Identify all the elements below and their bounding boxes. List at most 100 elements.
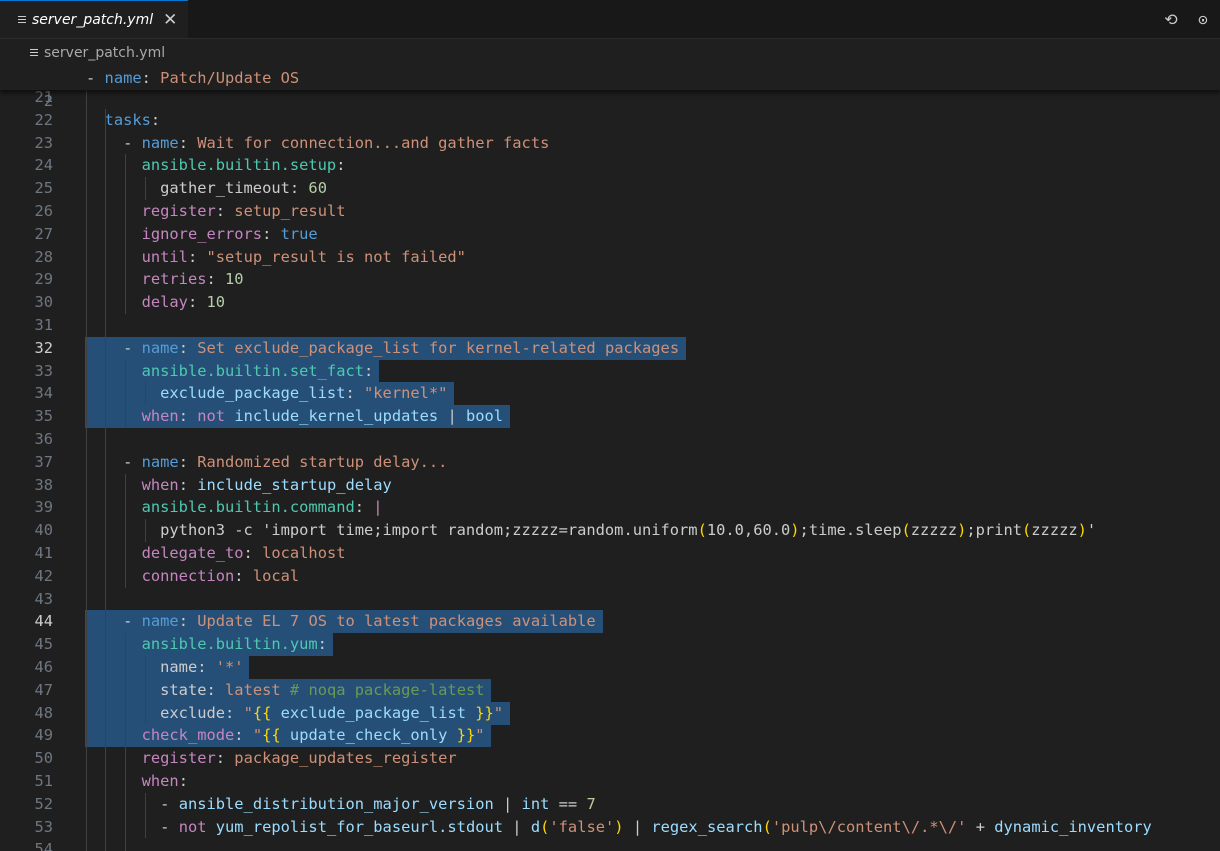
line-number: 42	[34, 566, 53, 585]
code-line[interactable]: 36	[0, 428, 1220, 451]
timeline-icon[interactable]: ⊙	[1192, 8, 1214, 30]
tab-title: server_patch.yml	[32, 11, 154, 28]
code-line[interactable]: 53 - not yum_repolist_for_baseurl.stdout…	[0, 816, 1220, 839]
code-line[interactable]: 27 ignore_errors: true	[0, 223, 1220, 246]
code-line[interactable]: 26 register: setup_result	[0, 200, 1220, 223]
code-line[interactable]: 47 state: latest # noqa package-latest	[0, 678, 1220, 702]
minimap-edge	[1213, 340, 1220, 358]
code-text: until: "setup_result is not failed"	[141, 247, 466, 266]
indent-guide	[145, 519, 146, 542]
code-line[interactable]: 43	[0, 588, 1220, 611]
indent-guide	[86, 86, 87, 851]
code-text: - name: Patch/Update OS	[86, 69, 300, 87]
line-number: 49	[34, 726, 53, 745]
indent-guide	[125, 633, 126, 851]
code-line[interactable]: 37 - name: Randomized startup delay...	[0, 451, 1220, 474]
line-number: 37	[34, 452, 53, 471]
file-lines-icon	[18, 15, 26, 25]
code-line[interactable]: 31	[0, 314, 1220, 337]
line-number: 39	[34, 498, 53, 517]
line-number: 38	[34, 475, 53, 494]
code-line[interactable]: 35 when: not include_kernel_updates | bo…	[0, 405, 1220, 429]
code-text: name: '*'	[160, 658, 244, 676]
code-text: ansible.builtin.command: |	[141, 498, 383, 517]
indent-guide	[145, 792, 146, 839]
line-number: 29	[34, 270, 53, 289]
indent-guide	[125, 359, 126, 428]
code-text: - name: Set exclude_package_list for ker…	[123, 338, 680, 357]
code-line[interactable]: 24 ansible.builtin.setup:	[0, 154, 1220, 177]
code-line[interactable]: 45 ansible.builtin.yum:	[0, 633, 1220, 657]
code-line[interactable]: 50 register: package_updates_register	[0, 747, 1220, 770]
line-number: 54	[34, 840, 53, 851]
code-line[interactable]: 33 ansible.builtin.set_fact:	[0, 359, 1220, 383]
code-line[interactable]: 23 - name: Wait for connection...and gat…	[0, 132, 1220, 155]
line-number: 25	[34, 179, 53, 198]
code-text: gather_timeout: 60	[160, 179, 327, 198]
code-line[interactable]: 28 until: "setup_result is not failed"	[0, 246, 1220, 269]
indent-guide	[145, 656, 146, 725]
line-number: 27	[34, 224, 53, 243]
code-line[interactable]: 42 connection: local	[0, 565, 1220, 588]
code-line[interactable]: 38 when: include_startup_delay	[0, 474, 1220, 497]
code-text: when: include_startup_delay	[141, 475, 392, 494]
code-text: - name: Randomized startup delay...	[123, 452, 448, 471]
code-line[interactable]: 22 tasks:	[0, 109, 1220, 132]
line-number: 50	[34, 749, 53, 768]
sticky-scroll-line[interactable]: 2 - name: Patch/Update OS	[0, 67, 1220, 110]
code-text: retries: 10	[141, 270, 244, 289]
indent-guide	[145, 177, 146, 200]
editor-tab[interactable]: server_patch.yml ✕	[0, 0, 188, 38]
code-text: tasks:	[104, 110, 161, 129]
code-line[interactable]: 25 gather_timeout: 60	[0, 177, 1220, 200]
line-number: 41	[34, 544, 53, 562]
code-text: check_mode: "{{ update_check_only }}"	[141, 726, 485, 745]
line-number: 36	[34, 430, 53, 448]
code-text: - not yum_repolist_for_baseurl.stdout | …	[160, 817, 1152, 836]
line-number: 45	[34, 635, 53, 654]
code-line[interactable]: 44 - name: Update EL 7 OS to latest pack…	[0, 610, 1220, 634]
code-editor[interactable]: 2 - name: Patch/Update OS 21 22 tasks: 23 …	[0, 67, 1220, 851]
line-number: 47	[34, 680, 53, 699]
line-number: 2	[43, 92, 53, 110]
code-line[interactable]: 51 when:	[0, 770, 1220, 793]
code-text: when:	[141, 772, 188, 790]
indent-guide	[105, 108, 106, 851]
code-text: delay: 10	[141, 293, 226, 312]
code-text: python3 -c 'import time;import random;zz…	[160, 521, 1097, 540]
line-number: 52	[34, 794, 53, 813]
line-number: 53	[34, 817, 53, 836]
code-line[interactable]: 52 - ansible_distribution_major_version …	[0, 793, 1220, 816]
code-line[interactable]: 48 exclude: "{{ exclude_package_list }}"	[0, 701, 1220, 725]
line-number: 35	[34, 407, 53, 426]
code-line[interactable]: 39 ansible.builtin.command: |	[0, 496, 1220, 519]
code-line[interactable]: 54	[0, 838, 1220, 851]
code-line[interactable]: 32 - name: Set exclude_package_list for …	[0, 336, 1220, 360]
line-number: 32	[34, 338, 53, 357]
code-line[interactable]: 29 retries: 10	[0, 268, 1220, 291]
breadcrumb-file[interactable]: server_patch.yml	[44, 45, 165, 61]
code-line[interactable]: 49 check_mode: "{{ update_check_only }}"	[0, 724, 1220, 748]
code-text: register: package_updates_register	[141, 749, 457, 768]
code-text: exclude: "{{ exclude_package_list }}"	[160, 703, 504, 722]
line-number: 40	[34, 521, 53, 540]
code-text: - name: Update EL 7 OS to latest package…	[123, 612, 596, 631]
code-line[interactable]: 46 name: '*'	[0, 656, 1220, 679]
code-text: - ansible_distribution_major_version | i…	[160, 794, 596, 813]
code-text: ansible.builtin.yum:	[141, 635, 327, 654]
indent-guide	[145, 382, 146, 406]
line-number: 34	[34, 384, 53, 403]
code-text: exclude_package_list: "kernel*"	[160, 384, 448, 403]
close-icon[interactable]: ✕	[163, 10, 177, 30]
line-number: 28	[34, 247, 53, 266]
line-number: 33	[34, 361, 53, 380]
open-changes-icon[interactable]: ⟲	[1160, 8, 1182, 30]
code-line[interactable]: 40 python3 -c 'import time;import random…	[0, 519, 1220, 542]
code-line[interactable]: 41 delegate_to: localhost	[0, 542, 1220, 565]
line-number: 48	[34, 703, 53, 722]
line-number: 51	[34, 772, 53, 790]
line-number: 26	[34, 202, 53, 220]
tab-bar: server_patch.yml ✕ ⟲ ⊙	[0, 0, 1220, 39]
code-line[interactable]: 34 exclude_package_list: "kernel*"	[0, 382, 1220, 406]
code-line[interactable]: 30 delay: 10	[0, 291, 1220, 314]
